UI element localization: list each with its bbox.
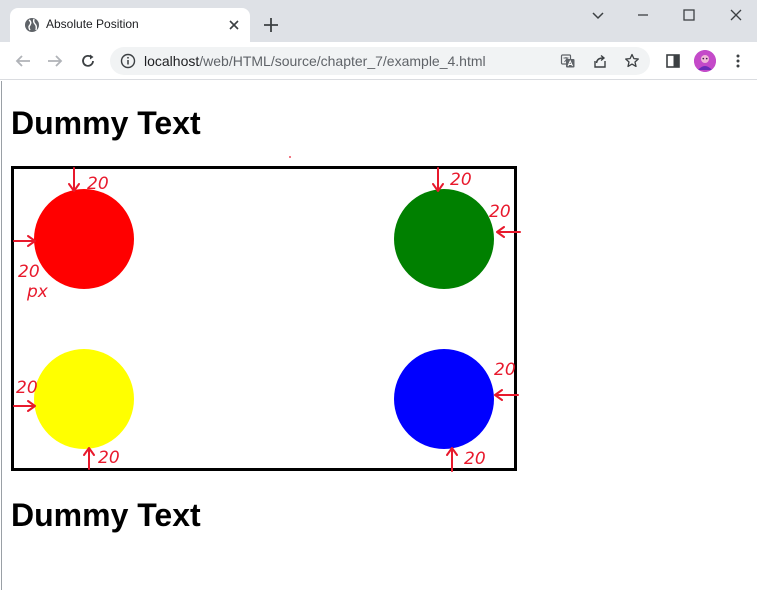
more-menu-icon[interactable]	[729, 52, 747, 70]
reload-icon[interactable]	[79, 52, 97, 70]
position-container	[11, 166, 517, 471]
title-bar: Absolute Position	[0, 0, 757, 42]
page-content: Dummy Text Dummy Text 20 20 px 20 20 20 …	[1, 81, 757, 590]
site-info-icon[interactable]	[120, 53, 136, 69]
heading-top: Dummy Text	[11, 105, 201, 141]
stray-mark	[289, 156, 291, 158]
new-tab-icon[interactable]	[262, 16, 280, 34]
url-text: localhost/web/HTML/source/chapter_7/exam…	[144, 53, 486, 69]
browser-toolbar: localhost/web/HTML/source/chapter_7/exam…	[0, 42, 757, 80]
address-bar[interactable]: localhost/web/HTML/source/chapter_7/exam…	[110, 47, 650, 75]
close-tab-icon[interactable]	[226, 17, 242, 33]
profile-avatar[interactable]	[694, 50, 716, 72]
forward-arrow-icon[interactable]	[46, 52, 64, 70]
translate-icon[interactable]	[560, 53, 576, 69]
close-window-icon[interactable]	[725, 4, 747, 26]
yellow-circle	[34, 349, 134, 449]
tab-search-chevron-icon[interactable]	[587, 4, 609, 26]
url-path: /web/HTML/source/chapter_7/example_4.htm…	[199, 53, 486, 69]
avatar-image	[694, 50, 716, 72]
active-tab[interactable]: Absolute Position	[10, 8, 250, 42]
green-circle	[394, 189, 494, 289]
heading-bottom: Dummy Text	[11, 497, 201, 533]
url-host: localhost	[144, 53, 200, 69]
minimize-icon[interactable]	[632, 4, 654, 26]
blue-circle	[394, 349, 494, 449]
maximize-icon[interactable]	[678, 4, 700, 26]
globe-icon	[25, 18, 39, 32]
back-arrow-icon[interactable]	[14, 52, 32, 70]
side-panel-icon[interactable]	[664, 52, 682, 70]
bookmark-star-icon[interactable]	[624, 53, 640, 69]
share-icon[interactable]	[592, 53, 608, 69]
red-circle	[34, 189, 134, 289]
tab-title: Absolute Position	[46, 17, 139, 31]
